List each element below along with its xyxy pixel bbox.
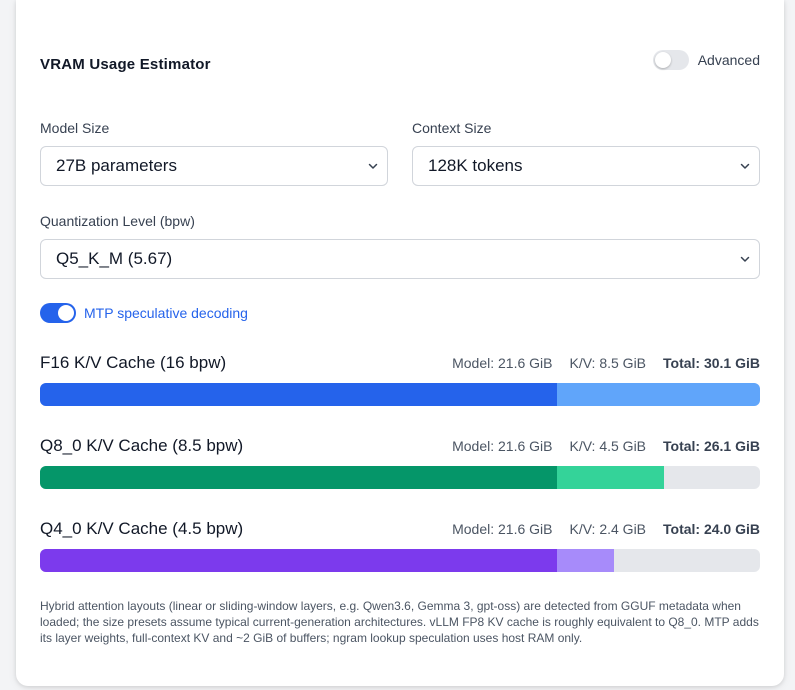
cache-row-q8: Q8_0 K/V Cache (8.5 bpw) Model: 21.6 GiB… (40, 436, 760, 496)
page-title: VRAM Usage Estimator (40, 56, 211, 73)
cache-stats: Model: 21.6 GiB K/V: 8.5 GiB Total: 30.1… (452, 355, 760, 371)
advanced-toggle[interactable] (652, 50, 689, 70)
kv-size-stat: K/V: 4.5 GiB (569, 438, 647, 454)
context-size-label: Context Size (412, 120, 492, 136)
model-segment (40, 549, 557, 572)
model-size-stat: Model: 21.6 GiB (452, 521, 553, 537)
model-size-stat: Model: 21.6 GiB (452, 355, 553, 371)
advanced-toggle-group[interactable]: Advanced (652, 50, 760, 70)
quantization-label: Quantization Level (bpw) (40, 213, 195, 229)
model-segment (40, 383, 557, 406)
kv-size-stat: K/V: 8.5 GiB (569, 355, 647, 371)
context-size-select[interactable]: 128K tokens (412, 146, 760, 186)
cache-title: F16 K/V Cache (16 bpw) (40, 353, 227, 372)
kv-segment (556, 549, 615, 572)
chevron-down-icon (368, 163, 378, 169)
context-size-value: 128K tokens (428, 156, 523, 175)
kv-size-stat: K/V: 2.4 GiB (569, 521, 647, 537)
cache-row-q4: Q4_0 K/V Cache (4.5 bpw) Model: 21.6 GiB… (40, 519, 760, 579)
cache-row-f16: F16 K/V Cache (16 bpw) Model: 21.6 GiB K… (40, 353, 760, 413)
kv-segment (556, 383, 760, 406)
model-size-select[interactable]: 27B parameters (40, 146, 388, 186)
total-stat: Total: 24.0 GiB (663, 521, 760, 537)
total-stat: Total: 26.1 GiB (663, 438, 760, 454)
usage-bar (40, 466, 760, 489)
cache-stats: Model: 21.6 GiB K/V: 2.4 GiB Total: 24.0… (452, 521, 760, 537)
footnote: Hybrid attention layouts (linear or slid… (40, 599, 759, 645)
kv-segment (556, 466, 665, 489)
cache-stats: Model: 21.6 GiB K/V: 4.5 GiB Total: 26.1… (452, 438, 760, 454)
mtp-toggle-group[interactable]: MTP speculative decoding (40, 303, 248, 323)
toggle-knob (654, 52, 671, 68)
model-size-label: Model Size (40, 120, 110, 136)
card-header: VRAM Usage Estimator Advanced (40, 48, 760, 78)
toggle-knob (58, 305, 74, 321)
mtp-toggle[interactable] (40, 303, 76, 323)
total-stat: Total: 30.1 GiB (663, 355, 760, 371)
estimator-card: VRAM Usage Estimator Advanced Model Size… (16, 0, 784, 686)
advanced-label[interactable]: Advanced (698, 52, 760, 68)
model-segment (40, 466, 557, 489)
usage-bar (40, 549, 760, 572)
cache-title: Q8_0 K/V Cache (8.5 bpw) (40, 436, 244, 455)
quantization-select[interactable]: Q5_K_M (5.67) (40, 239, 760, 279)
model-size-stat: Model: 21.6 GiB (452, 438, 553, 454)
mtp-label[interactable]: MTP speculative decoding (84, 305, 248, 321)
chevron-down-icon (740, 256, 750, 262)
usage-bar (40, 383, 760, 406)
chevron-down-icon (740, 163, 750, 169)
cache-title: Q4_0 K/V Cache (4.5 bpw) (40, 519, 244, 538)
quantization-value: Q5_K_M (5.67) (56, 249, 173, 268)
model-size-value: 27B parameters (56, 156, 177, 175)
